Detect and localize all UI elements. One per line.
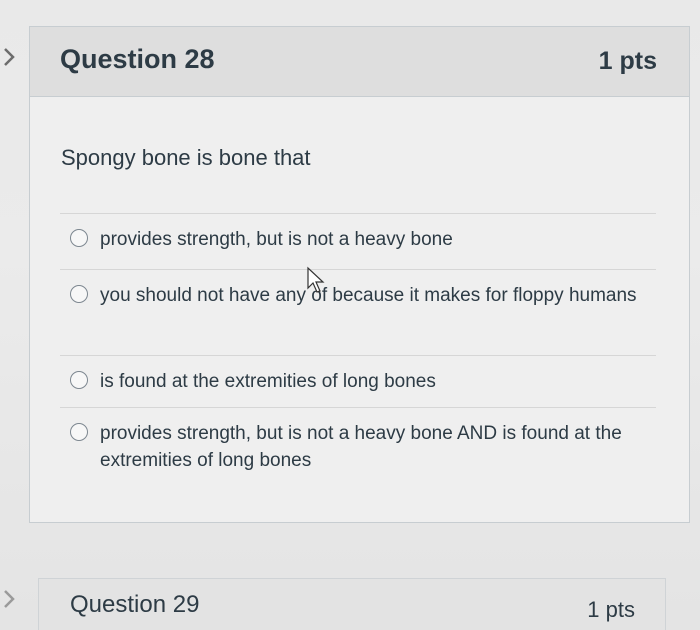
radio-button[interactable] bbox=[70, 423, 88, 441]
next-question-card: Question 29 1 pts bbox=[38, 578, 666, 630]
radio-button[interactable] bbox=[70, 371, 88, 389]
next-question-title: Question 29 bbox=[70, 591, 200, 618]
radio-button[interactable] bbox=[70, 285, 88, 303]
question-points: 1 pts bbox=[598, 47, 657, 75]
question-card: Question 28 1 pts Spongy bone is bone th… bbox=[29, 26, 690, 523]
question-text: Spongy bone is bone that bbox=[61, 145, 311, 170]
answer-option[interactable]: you should not have any of because it ma… bbox=[60, 269, 656, 355]
answer-label[interactable]: provides strength, but is not a heavy bo… bbox=[100, 420, 656, 474]
answer-label[interactable]: provides strength, but is not a heavy bo… bbox=[100, 226, 453, 253]
chevron-right-icon[interactable] bbox=[0, 44, 22, 70]
next-question-points: 1 pts bbox=[587, 597, 635, 622]
answer-option[interactable]: provides strength, but is not a heavy bo… bbox=[60, 407, 656, 487]
chevron-right-icon[interactable] bbox=[0, 586, 22, 612]
question-header: Question 28 1 pts bbox=[30, 27, 689, 97]
answer-label[interactable]: is found at the extremities of long bone… bbox=[100, 368, 436, 395]
question-body: Spongy bone is bone that provides streng… bbox=[30, 97, 689, 523]
answer-option[interactable]: is found at the extremities of long bone… bbox=[60, 355, 656, 407]
answer-list: provides strength, but is not a heavy bo… bbox=[60, 213, 656, 487]
answer-option[interactable]: provides strength, but is not a heavy bo… bbox=[60, 213, 656, 269]
radio-button[interactable] bbox=[70, 229, 88, 247]
answer-label[interactable]: you should not have any of because it ma… bbox=[100, 282, 637, 309]
question-title: Question 28 bbox=[60, 44, 215, 74]
